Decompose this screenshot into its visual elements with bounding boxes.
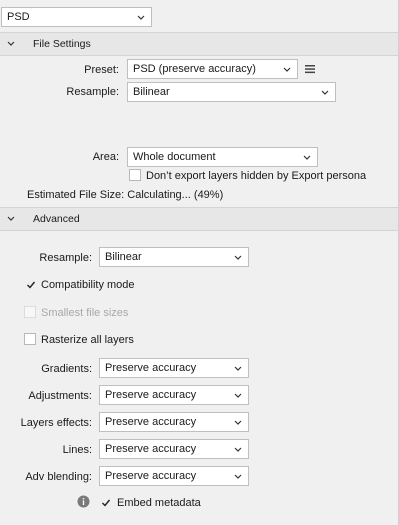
file-settings-title: File Settings — [33, 38, 91, 50]
chevron-down-icon — [234, 420, 242, 425]
preset-label: Preset: — [84, 64, 119, 76]
adv-resample-select[interactable]: Bilinear — [99, 247, 249, 267]
chevron-down-icon — [234, 255, 242, 260]
adv-blending-value: Preserve accuracy — [105, 470, 197, 482]
resample-value: Bilinear — [133, 86, 170, 98]
rasterize-all-layers-checkbox[interactable] — [24, 333, 36, 345]
smallest-file-sizes-label: Smallest file sizes — [41, 307, 129, 319]
advanced-title: Advanced — [33, 213, 80, 225]
chevron-down-icon — [234, 447, 242, 452]
info-icon[interactable] — [77, 495, 90, 508]
gradients-label: Gradients: — [41, 363, 92, 375]
collapse-caret-icon — [7, 41, 15, 46]
lines-select[interactable]: Preserve accuracy — [99, 439, 249, 459]
advanced-panel: Resample: Bilinear Compatibility mode Sm… — [0, 230, 399, 525]
chevron-down-icon — [234, 474, 242, 479]
advanced-header[interactable]: Advanced — [0, 207, 399, 231]
lines-label: Lines: — [62, 444, 92, 456]
dont-export-hidden-label: Don’t export layers hidden by Export per… — [146, 170, 367, 182]
chevron-down-icon — [321, 90, 329, 95]
layers-effects-select[interactable]: Preserve accuracy — [99, 412, 249, 432]
gradients-select[interactable]: Preserve accuracy — [99, 358, 249, 378]
adv-resample-value: Bilinear — [105, 251, 142, 263]
adjustments-select[interactable]: Preserve accuracy — [99, 385, 249, 405]
adjustments-label: Adjustments: — [28, 390, 92, 402]
checkmark-icon — [102, 499, 111, 507]
adjustments-value: Preserve accuracy — [105, 389, 197, 401]
layers-effects-label: Layers effects: — [20, 417, 92, 429]
format-select-value: PSD — [7, 11, 30, 23]
area-select[interactable]: Whole document — [127, 147, 318, 167]
chevron-down-icon — [303, 155, 311, 160]
estimated-file-size: Estimated File Size: Calculating... (49%… — [27, 189, 224, 201]
lines-value: Preserve accuracy — [105, 443, 197, 455]
resample-label: Resample: — [66, 86, 119, 98]
compatibility-mode-label: Compatibility mode — [41, 279, 135, 291]
chevron-down-icon — [234, 393, 242, 398]
compatibility-mode-checkbox[interactable] — [24, 278, 36, 290]
rasterize-all-layers-label: Rasterize all layers — [41, 334, 134, 346]
smallest-file-sizes-checkbox[interactable] — [24, 306, 36, 318]
resample-select[interactable]: Bilinear — [127, 82, 336, 102]
preset-select[interactable]: PSD (preserve accuracy) — [127, 59, 298, 79]
collapse-caret-icon — [7, 216, 15, 221]
preset-value: PSD (preserve accuracy) — [133, 63, 256, 75]
adv-blending-label: Adv blending: — [25, 471, 92, 483]
chevron-down-icon — [234, 366, 242, 371]
gradients-value: Preserve accuracy — [105, 362, 197, 374]
area-label: Area: — [92, 151, 119, 163]
dont-export-hidden-checkbox[interactable] — [129, 169, 141, 181]
format-select[interactable]: PSD — [1, 7, 152, 27]
hamburger-menu-icon[interactable] — [304, 64, 316, 74]
chevron-down-icon — [283, 67, 291, 72]
checkmark-icon — [27, 281, 36, 289]
adv-blending-select[interactable]: Preserve accuracy — [99, 466, 249, 486]
area-value: Whole document — [133, 151, 216, 163]
adv-resample-label: Resample: — [39, 252, 92, 264]
file-settings-panel: Preset: PSD (preserve accuracy) Resample… — [0, 55, 399, 205]
embed-metadata-checkbox[interactable] — [99, 496, 111, 508]
embed-metadata-label: Embed metadata — [117, 497, 201, 509]
layers-effects-value: Preserve accuracy — [105, 416, 197, 428]
file-settings-header[interactable]: File Settings — [0, 32, 399, 56]
chevron-down-icon — [137, 15, 145, 20]
